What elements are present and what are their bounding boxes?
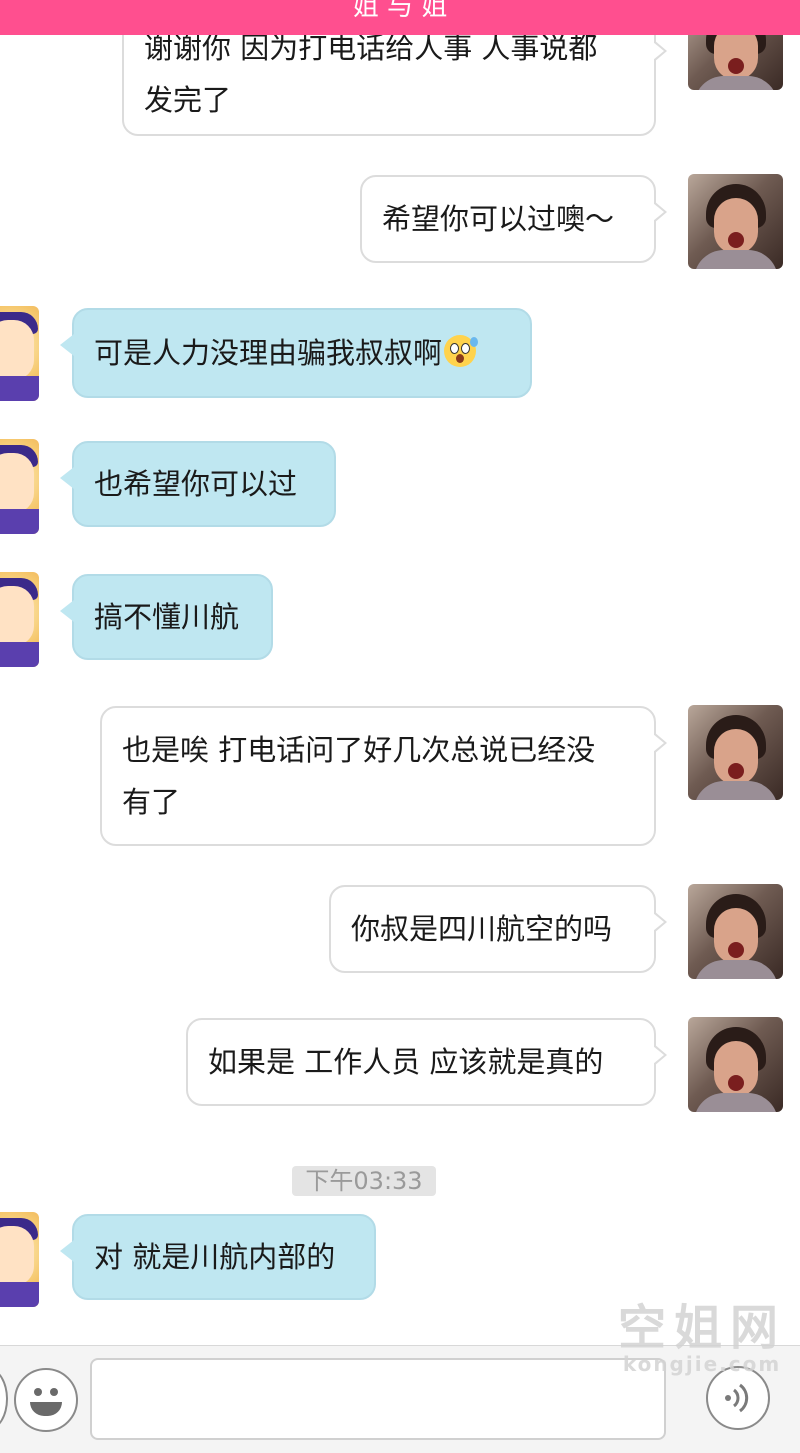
message-text: 也希望你可以过 (94, 467, 298, 501)
message-text: 希望你可以过噢～ (382, 202, 615, 236)
contact-avatar[interactable] (0, 439, 39, 534)
outgoing-message[interactable]: 也是唉 打电话问了好几次总说已经没 有了 (100, 706, 667, 846)
self-avatar[interactable] (688, 1017, 783, 1112)
message-line: 有了 (122, 785, 181, 819)
extra-button[interactable] (0, 1368, 8, 1430)
incoming-message[interactable]: 可是人力没理由骗我叔叔啊 (60, 308, 532, 398)
message-input[interactable] (90, 1358, 666, 1440)
incoming-message[interactable]: 也希望你可以过 (60, 441, 336, 527)
outgoing-message[interactable]: 希望你可以过噢～ (360, 175, 667, 263)
message-line: 发完了 (144, 83, 232, 117)
chat-area[interactable]: 谢谢你 因为打电话给人事 人事说都 发完了 希望你可以过噢～ 可是人力没理由骗我… (0, 0, 800, 1345)
message-timestamp: 下午03:33 (292, 1166, 436, 1196)
message-text: 可是人力没理由骗我叔叔啊 (94, 336, 443, 370)
self-avatar[interactable] (688, 174, 783, 269)
self-avatar[interactable] (688, 705, 783, 800)
smiley-icon[interactable] (14, 1368, 78, 1432)
astonished-emoji-icon (444, 335, 479, 367)
contact-avatar[interactable] (0, 306, 39, 401)
incoming-message[interactable]: 对 就是川航内部的 (60, 1214, 376, 1300)
message-text: 对 就是川航内部的 (94, 1240, 336, 1274)
message-text: 你叔是四川航空的吗 (351, 912, 613, 946)
self-avatar[interactable] (688, 884, 783, 979)
voice-wave-icon[interactable] (706, 1366, 770, 1430)
chat-title: 姐 与 姐 (352, 0, 448, 22)
outgoing-message[interactable]: 如果是 工作人员 应该就是真的 (186, 1018, 667, 1106)
chat-header: 姐 与 姐 (0, 0, 800, 35)
message-text: 搞不懂川航 (94, 600, 240, 634)
message-text: 如果是 工作人员 应该就是真的 (208, 1045, 604, 1079)
message-line: 也是唉 打电话问了好几次总说已经没 (122, 733, 596, 767)
contact-avatar[interactable] (0, 1212, 39, 1307)
input-bar (0, 1345, 800, 1453)
contact-avatar[interactable] (0, 572, 39, 667)
incoming-message[interactable]: 搞不懂川航 (60, 574, 273, 660)
outgoing-message[interactable]: 你叔是四川航空的吗 (329, 885, 667, 973)
